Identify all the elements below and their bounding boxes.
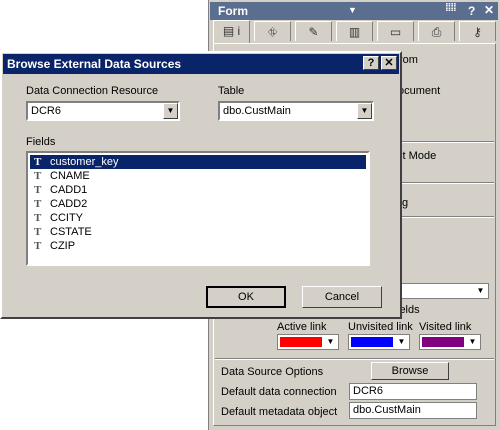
list-info-icon: ▤ i [222,24,241,38]
help-button[interactable]: ? [363,56,379,70]
text-field-icon: T [34,156,42,168]
connection-select[interactable]: DCR6 ▼ [26,101,180,121]
default-connection-label: Default data connection [221,386,337,398]
color-swatch [351,337,393,347]
fields-list[interactable]: Tcustomer_key T CNAME T CADD1 T CADD2 T CCIT… [26,151,370,266]
chevron-down-icon[interactable]: ▼ [357,103,372,119]
inspector-tabs: ▤ i ⛗ ✎ ▥ ▭ ⎙ ⚷ [213,20,496,43]
text-field-icon: T [34,170,42,182]
browse-data-sources-dialog: Browse External Data Sources ? ✕ Data Co… [0,51,402,319]
gradient-icon: ▥ [348,25,361,39]
list-item[interactable]: T CADD1 [30,183,366,197]
fields-label: Fields [26,136,56,148]
unvisited-link-color-picker[interactable]: ▼ [348,334,410,350]
chevron-down-icon: ▼ [473,284,488,298]
color-swatch [280,337,322,347]
chevron-down-icon: ▼ [465,335,480,349]
default-connection-field[interactable]: DCR6 [349,383,477,400]
close-icon: ✕ [384,57,394,69]
layout-icon: ▭ [389,25,402,39]
visited-link-color-picker[interactable]: ▼ [419,334,481,350]
list-item[interactable]: T CCITY [30,211,366,225]
chevron-down-icon[interactable]: ▼ [163,103,178,119]
partial-text-4: g [402,197,409,209]
chevron-down-icon: ▼ [323,335,338,349]
unvisited-link-label: Unvisited link [348,321,413,333]
hierarchy-icon: ⛗ [267,25,278,39]
active-link-label: Active link [277,321,327,333]
connection-value: DCR6 [31,105,61,117]
text-field-icon: T [34,226,42,238]
list-item[interactable]: T CSTATE [30,225,366,239]
tab-print[interactable]: ⎙ [418,21,455,41]
color-swatch [422,337,464,347]
tab-hierarchy[interactable]: ⛗ [254,21,291,41]
list-item[interactable]: Tcustomer_key [30,155,366,169]
text-field-icon: T [34,240,42,252]
list-item[interactable]: T CADD2 [30,197,366,211]
inspector-titlebar: Form ▼ ⁞⁞⁞⁞ ? ✕ [210,2,498,20]
ok-button[interactable]: OK [206,286,286,308]
cancel-button[interactable]: Cancel [302,286,382,308]
data-source-options-label: Data Source Options [221,366,324,378]
inspector-title: Form [218,4,248,18]
list-item[interactable]: T CZIP [30,239,366,253]
close-button[interactable]: ✕ [381,56,397,70]
list-item[interactable]: T CNAME [30,169,366,183]
text-field-icon: T [34,212,42,224]
tab-security[interactable]: ⚷ [459,21,496,41]
text-field-icon: T [34,184,42,196]
dialog-titlebar: Browse External Data Sources ? ✕ [3,54,399,74]
tab-form-properties[interactable]: ▤ i [213,20,250,43]
chevron-down-icon[interactable]: ▼ [348,5,357,15]
dialog-title: Browse External Data Sources [7,57,182,71]
text-field-icon: T [34,198,42,210]
table-label: Table [218,85,245,97]
partial-text-2: ocument [398,85,441,97]
visited-link-label: Visited link [419,321,472,333]
active-link-color-picker[interactable]: ▼ [277,334,339,350]
connection-label: Data Connection Resource [26,85,159,97]
browse-button[interactable]: Browse [371,362,449,380]
printer-icon: ⎙ [431,25,442,39]
chevron-down-icon: ▼ [394,335,409,349]
help-icon: ? [367,57,375,69]
divider [215,358,494,360]
key-icon: ⚷ [473,25,482,39]
table-select[interactable]: dbo.CustMain ▼ [218,101,374,121]
close-icon[interactable]: ✕ [484,3,494,17]
brush-icon: ✎ [308,25,319,39]
tab-brush[interactable]: ✎ [295,21,332,41]
grip-icon[interactable]: ⁞⁞⁞⁞ [445,2,457,14]
table-value: dbo.CustMain [223,105,291,117]
color-dropdown[interactable]: ▼ [401,283,489,299]
tab-layout[interactable]: ▭ [377,21,414,41]
tab-background[interactable]: ▥ [336,21,373,41]
help-icon[interactable]: ? [468,4,475,18]
default-metadata-field[interactable]: dbo.CustMain [349,402,477,419]
default-metadata-label: Default metadata object [221,406,338,418]
